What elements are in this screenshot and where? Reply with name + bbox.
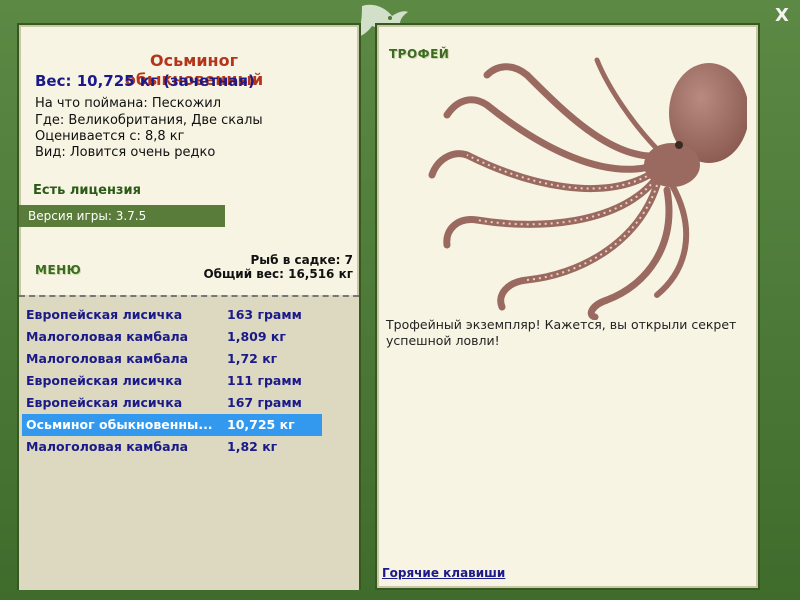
list-item-weight: 163 грамм [227,307,302,322]
trophy-panel: ТРОФЕЙ Трофейный экземпляр! Кажется, вы … [375,23,760,590]
list-item[interactable]: Европейская лисичка 111 грамм [22,370,322,392]
list-item-selected[interactable]: Осьминог обыкновенны... 10,725 кг [22,414,322,436]
list-item[interactable]: Европейская лисичка 163 грамм [22,304,322,326]
hotkeys-link[interactable]: Горячие клавиши [382,566,505,580]
list-item-name: Малоголовая камбала [26,351,189,366]
list-item-name: Европейская лисичка [26,373,183,388]
list-item[interactable]: Малоголовая камбала 1,72 кг [22,348,322,370]
license-status: Есть лицензия [33,183,141,198]
info-estimate: Оценивается с: 8,8 кг [35,129,185,144]
cage-stats: Рыб в садке: 7 Общий вес: 16,516 кг [203,253,353,281]
list-item-weight: 1,72 кг [227,351,278,366]
list-item-weight: 111 грамм [227,373,302,388]
close-icon[interactable]: X [772,5,792,27]
fish-weight: Вес: 10,725 кг (зачетная) [35,72,255,90]
list-item-name: Малоголовая камбала [26,439,189,454]
list-item-weight: 10,725 кг [227,417,295,432]
fish-info-panel: Осьминог обыкновенный Вес: 10,725 кг (за… [17,23,361,590]
list-item-weight: 167 грамм [227,395,302,410]
info-location: Где: Великобритания, Две скалы [35,113,263,128]
list-item-weight: 1,809 кг [227,329,286,344]
trophy-description: Трофейный экземпляр! Кажется, вы открыли… [386,317,737,348]
info-bait: На что поймана: Пескожил [35,96,222,111]
menu-button[interactable]: МЕНЮ [35,263,81,277]
list-item-name: Европейская лисичка [26,307,183,322]
version-bar: Версия игры: 3.7.5 [19,205,225,227]
list-item[interactable]: Малоголовая камбала 1,82 кг [22,436,322,458]
total-weight: Общий вес: 16,516 кг [203,267,353,281]
list-item[interactable]: Европейская лисичка 167 грамм [22,392,322,414]
list-item-name: Малоголовая камбала [26,329,189,344]
catch-list: Европейская лисичка 163 грамм Малоголова… [19,295,359,590]
list-item-name: Осьминог обыкновенны... [26,417,213,432]
cage-count: Рыб в садке: 7 [250,253,354,267]
info-rarity: Вид: Ловится очень редко [35,145,216,160]
list-item-name: Европейская лисичка [26,395,183,410]
octopus-image [428,57,747,320]
list-item-weight: 1,82 кг [227,439,278,454]
list-item[interactable]: Малоголовая камбала 1,809 кг [22,326,322,348]
